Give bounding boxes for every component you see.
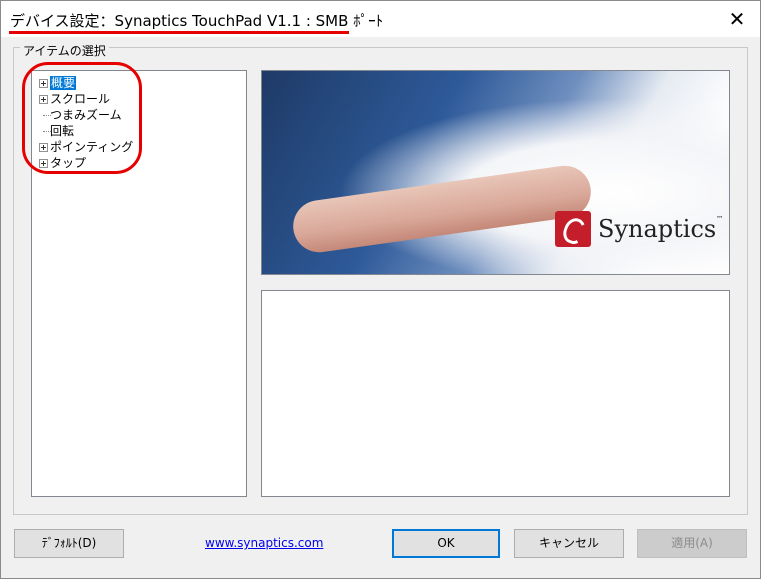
cancel-button[interactable]: キャンセル: [514, 529, 624, 558]
defaults-button[interactable]: ﾃﾞﾌｫﾙﾄ(D): [14, 529, 124, 558]
description-panel: [261, 290, 730, 497]
synaptics-banner: Synaptics™: [261, 70, 730, 275]
synaptics-mark-icon: [555, 211, 591, 247]
annotation-circle: [22, 62, 142, 174]
ok-button[interactable]: OK: [392, 529, 500, 558]
synaptics-link[interactable]: www.synaptics.com: [205, 536, 323, 550]
close-icon[interactable]: ✕: [714, 1, 760, 37]
logo-text: Synaptics™: [598, 215, 724, 243]
group-label: アイテムの選択: [20, 42, 109, 59]
title-bar[interactable]: デバイス設定：Synaptics TouchPad V1.1 : SMB ﾎﾟｰ…: [1, 1, 760, 37]
synaptics-logo: Synaptics™: [555, 208, 723, 250]
window-title: デバイス設定：Synaptics TouchPad V1.1 : SMB ﾎﾟｰ…: [10, 12, 384, 30]
apply-button[interactable]: 適用(A): [637, 529, 747, 558]
annotation-underline: [9, 31, 349, 34]
finger-image: [289, 162, 595, 256]
